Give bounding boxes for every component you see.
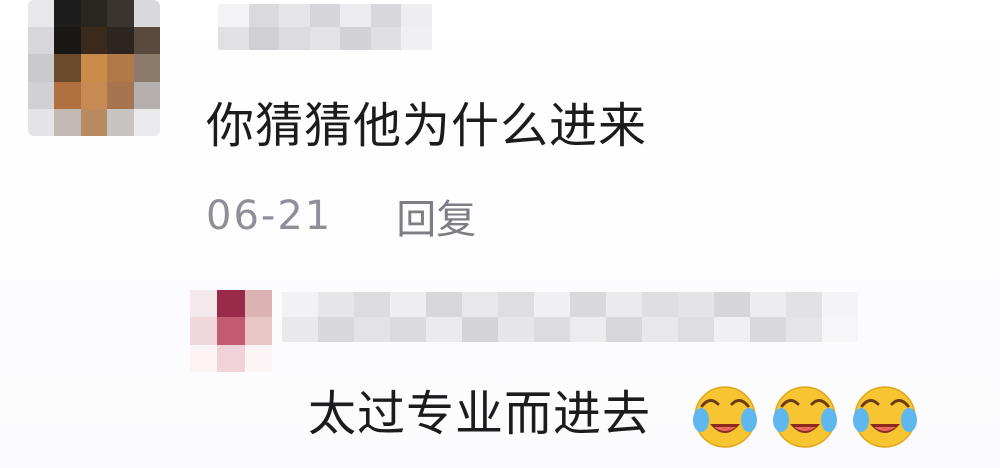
comment-text: 你猜猜他为什么进来	[206, 98, 648, 154]
comment-date: 06-21	[206, 193, 333, 239]
comment-thread: 你猜猜他为什么进来 06-21 回复 太过专业而进去	[0, 0, 1000, 468]
commenter-name-blurred	[218, 4, 432, 50]
crying-laughing-emoji	[693, 386, 757, 448]
commenter-avatar[interactable]	[28, 0, 160, 136]
reply-button[interactable]: 回复	[396, 187, 476, 245]
crying-laughing-emoji	[773, 386, 837, 448]
comment-meta: 06-21 回复	[206, 186, 476, 246]
emoji-row	[690, 380, 920, 450]
replier-avatar[interactable]	[190, 290, 272, 372]
replier-name-blurred	[282, 292, 858, 342]
crying-laughing-emoji	[853, 386, 917, 448]
reply-text: 太过专业而进去	[308, 386, 652, 442]
